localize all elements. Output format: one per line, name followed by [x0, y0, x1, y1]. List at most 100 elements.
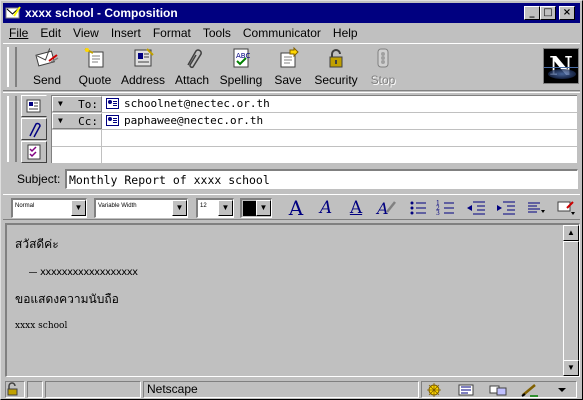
- svg-text:A: A: [375, 199, 389, 218]
- quote-button[interactable]: Quote: [75, 47, 115, 89]
- recipient-row: ▼ Cc: paphawee@nectec.or.th: [52, 113, 577, 130]
- address-tab[interactable]: [21, 95, 47, 117]
- security-icon: [324, 47, 348, 69]
- clear-style-icon: A: [375, 199, 396, 218]
- composer-dropdown-icon[interactable]: [552, 382, 572, 398]
- message-greeting: สวัสดีค่ะ: [15, 237, 59, 251]
- quote-label: Quote: [78, 73, 112, 87]
- toolbar-grip[interactable]: [7, 47, 17, 87]
- navigator-icon[interactable]: [424, 382, 444, 398]
- composition-window-icon[interactable]: [5, 5, 21, 21]
- message-closing: ขอแสดงความนับถือ: [15, 292, 119, 306]
- bulleted-list-icon: [410, 201, 426, 215]
- menu-file-label: File: [9, 26, 29, 40]
- align-left-icon: [528, 202, 545, 213]
- menu-tools[interactable]: Tools: [197, 26, 237, 40]
- maximize-button[interactable]: □: [540, 6, 556, 20]
- component-bar: [421, 381, 577, 398]
- message-signature: xxxx school: [15, 321, 68, 331]
- security-button[interactable]: Security: [313, 47, 359, 89]
- paragraph-style-select[interactable]: Normal ▼: [11, 198, 87, 218]
- up-arrow-icon: ▲: [567, 228, 575, 237]
- menu-file[interactable]: File: [3, 26, 34, 40]
- svg-text:ABC: ABC: [236, 52, 250, 60]
- title-bar[interactable]: xxxx school - Composition _ □ ×: [3, 3, 580, 23]
- address-card-icon: [106, 98, 119, 109]
- recipient-type-label: Cc:: [78, 115, 98, 128]
- font-color-select[interactable]: ▼: [240, 198, 272, 218]
- empty-recipient-row[interactable]: [52, 147, 577, 164]
- recipient-address[interactable]: paphawee@nectec.or.th: [106, 114, 263, 127]
- recipient-list: ▼ To: schoolnet@nectec.or.th ▼ Cc: papha…: [51, 95, 577, 164]
- addressing-grip[interactable]: [7, 96, 17, 162]
- font-size-select[interactable]: 12 ▼: [196, 198, 234, 218]
- stop-button[interactable]: Stop: [365, 47, 401, 89]
- discussions-icon[interactable]: [488, 382, 508, 398]
- vertical-scrollbar[interactable]: ▲ ▼: [563, 225, 579, 376]
- mailbox-icon[interactable]: [456, 382, 476, 398]
- scroll-up-button[interactable]: ▲: [563, 225, 579, 241]
- attach-button[interactable]: Attach: [173, 47, 211, 89]
- close-button[interactable]: ×: [559, 6, 575, 20]
- empty-recipient-row[interactable]: [52, 130, 577, 147]
- decrease-indent-button[interactable]: [465, 198, 487, 218]
- subject-label: Subject:: [17, 172, 61, 186]
- attachments-tab[interactable]: [21, 118, 47, 140]
- attach-icon: [180, 47, 204, 69]
- large-a-icon: A: [288, 196, 304, 220]
- underline-a-icon: A: [349, 198, 363, 218]
- increase-indent-button[interactable]: [495, 198, 517, 218]
- scrollbar-thumb[interactable]: [563, 241, 579, 361]
- indent-icon: [497, 201, 515, 215]
- recipient-address[interactable]: schoolnet@nectec.or.th: [106, 97, 270, 110]
- security-label: Security: [314, 73, 358, 87]
- dropdown-arrow-icon: ▼: [71, 200, 86, 216]
- send-button[interactable]: Send: [27, 47, 67, 89]
- stop-label: Stop: [370, 73, 396, 87]
- status-text: Netscape: [143, 381, 419, 398]
- menu-communicator-label: Communicator: [242, 26, 321, 40]
- menu-format[interactable]: Format: [147, 26, 197, 40]
- menu-insert-label: Insert: [110, 26, 141, 40]
- menu-view[interactable]: View: [67, 26, 105, 40]
- options-tab[interactable]: [21, 141, 47, 163]
- progress-panel: [45, 381, 141, 398]
- subject-input[interactable]: Monthly Report of xxxx school: [65, 169, 578, 189]
- menu-edit[interactable]: Edit: [34, 26, 67, 40]
- alignment-button[interactable]: [525, 198, 547, 218]
- paperclip-icon: [29, 122, 41, 138]
- composition-window: xxxx school - Composition _ □ × File Edi…: [0, 0, 583, 400]
- remove-styles-button[interactable]: A: [375, 198, 397, 218]
- increase-font-size-button[interactable]: A: [285, 198, 307, 218]
- insert-object-button[interactable]: [555, 198, 577, 218]
- down-arrow-icon: ▼: [567, 363, 575, 372]
- menu-insert[interactable]: Insert: [105, 26, 147, 40]
- spelling-button[interactable]: ABC Spelling: [218, 47, 264, 89]
- bulleted-list-button[interactable]: [407, 198, 429, 218]
- font-select[interactable]: Variable Width ▼: [94, 198, 188, 218]
- address-label: Address: [121, 73, 166, 87]
- font-value: Variable Width: [98, 203, 137, 209]
- minimize-button[interactable]: _: [524, 6, 540, 20]
- menu-communicator[interactable]: Communicator: [237, 26, 327, 40]
- composition-toolbar: Send Quote Address Attach ABC Spelling S…: [3, 43, 580, 91]
- numbered-list-button[interactable]: 123: [435, 198, 457, 218]
- save-button[interactable]: Save: [270, 46, 306, 89]
- recipient-type-dropdown[interactable]: ▼ Cc:: [52, 113, 102, 129]
- line-dash: [29, 272, 37, 273]
- scroll-down-button[interactable]: ▼: [563, 360, 579, 376]
- message-body-editor[interactable]: สวัสดีค่ะ xxxxxxxxxxxxxxxxxx ขอแสดงความน…: [5, 223, 580, 377]
- menu-help[interactable]: Help: [327, 26, 364, 40]
- options-checklist-icon: [27, 144, 41, 160]
- recipient-type-dropdown[interactable]: ▼ To:: [52, 96, 102, 112]
- message-line: xxxxxxxxxxxxxxxxxx: [29, 267, 138, 278]
- security-status[interactable]: [5, 381, 25, 398]
- formatting-toolbar: Normal ▼ Variable Width ▼ 12 ▼ ▼ A A A A…: [3, 194, 580, 220]
- underline-button[interactable]: A: [345, 198, 367, 218]
- netscape-logo[interactable]: N: [543, 48, 579, 84]
- insert-object-icon: [557, 201, 575, 215]
- composer-icon[interactable]: [520, 382, 540, 398]
- stop-icon: [371, 47, 395, 69]
- address-button[interactable]: Address: [121, 47, 165, 89]
- italic-button[interactable]: A: [315, 198, 337, 218]
